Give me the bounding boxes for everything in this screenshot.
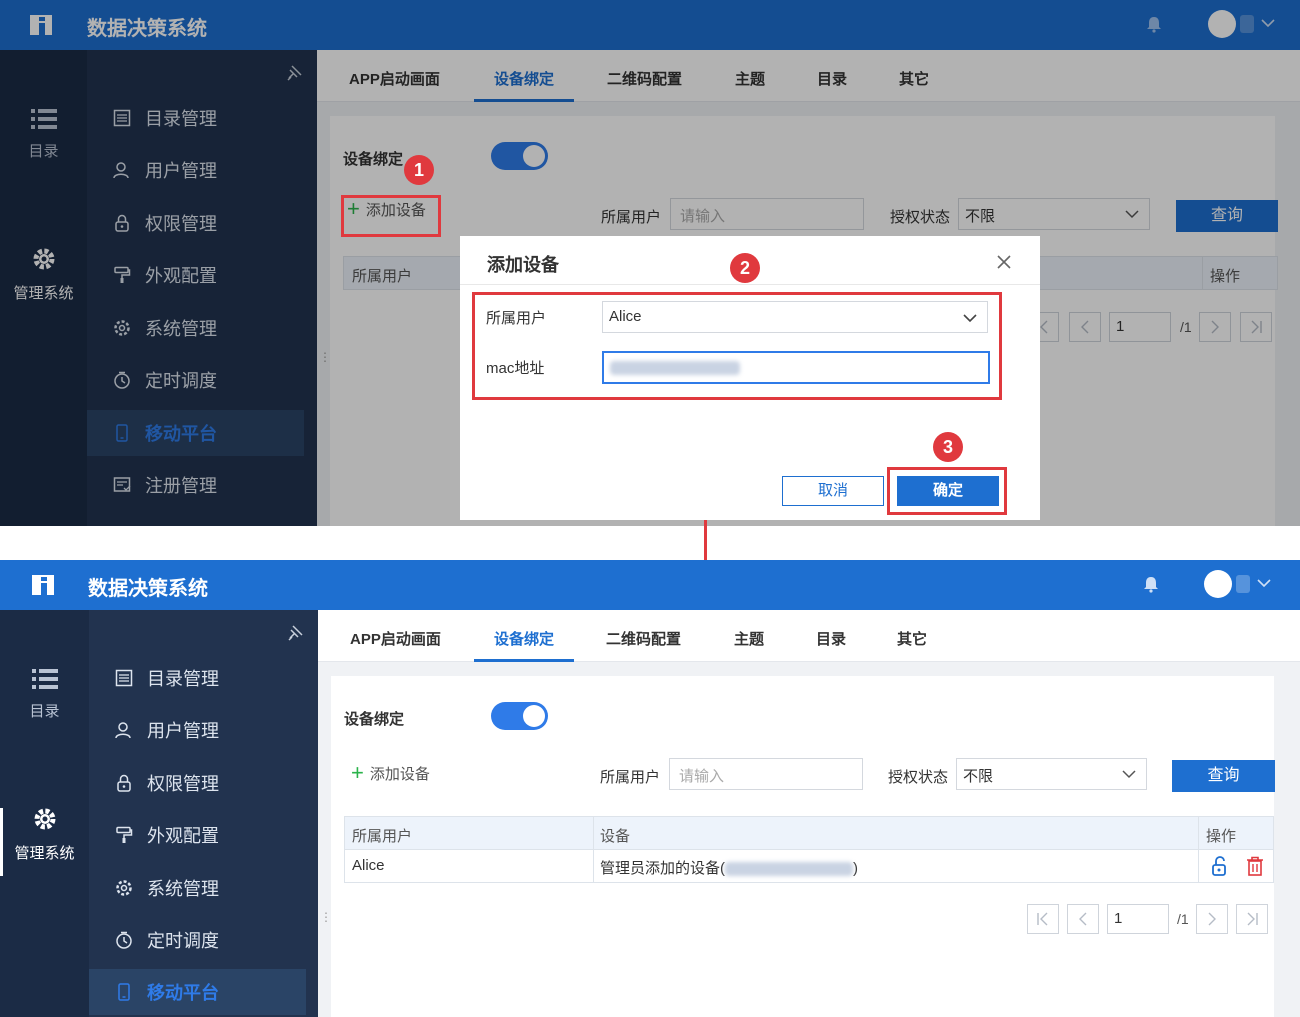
menu-label: 外观配置	[147, 826, 219, 846]
device-prefix: 管理员添加的设备(	[600, 860, 725, 877]
add-device-label: 添加设备	[369, 765, 430, 783]
tab-bar: APP启动画面 设备绑定 二维码配置 主题 目录 其它	[318, 610, 1300, 662]
plus-icon: +	[351, 760, 364, 785]
top-bar: 数据决策系统	[0, 560, 1300, 610]
bell-icon[interactable]	[1142, 575, 1160, 593]
col-separator	[593, 817, 594, 849]
gear-icon	[34, 808, 55, 830]
col-actions: 操作	[1206, 828, 1237, 845]
screenshot-before: 数据决策系统 目录 管理系统 目录管理 用户管理 权限管理 外观配置 系统管理 …	[0, 0, 1300, 526]
settings-icon	[116, 880, 132, 896]
chevron-down-icon[interactable]	[1256, 575, 1272, 591]
user-name-blurred	[1236, 575, 1250, 593]
cell-device: 管理员添加的设备()	[600, 857, 858, 878]
nav-rail: 目录 管理系统	[0, 610, 89, 1017]
step-badge-3: 3	[933, 432, 963, 462]
menu-item-schedule[interactable]: 定时调度	[89, 917, 306, 963]
tab-device-binding[interactable]: 设备绑定	[494, 628, 554, 649]
device-binding-toggle[interactable]	[491, 702, 548, 730]
tab-other[interactable]: 其它	[897, 628, 927, 649]
step-badge-2: 2	[730, 253, 760, 283]
user-icon	[115, 722, 131, 739]
page-prev-button[interactable]	[1067, 904, 1099, 934]
pin-icon[interactable]	[286, 624, 304, 642]
rail-manage-label: 管理系统	[14, 845, 75, 862]
rail-catalog-label: 目录	[29, 703, 60, 720]
last-page-icon	[1247, 912, 1258, 926]
cell-owner: Alice	[352, 857, 385, 874]
menu-item-catalog[interactable]: 目录管理	[89, 655, 306, 701]
menu-item-appearance[interactable]: 外观配置	[89, 812, 306, 858]
mobile-icon	[118, 983, 130, 1001]
trash-icon[interactable]	[1246, 856, 1264, 876]
menu-label: 用户管理	[147, 721, 219, 741]
col-separator	[1198, 850, 1199, 882]
rail-item-catalog[interactable]: 目录	[0, 668, 89, 721]
first-page-icon	[1037, 912, 1048, 926]
menu-label: 目录管理	[147, 669, 219, 689]
menu-label: 权限管理	[147, 774, 219, 794]
chevron-down-icon	[1122, 770, 1136, 779]
page-total: /1	[1177, 911, 1189, 927]
timer-icon	[116, 931, 132, 949]
dialog-title: 添加设备	[487, 255, 559, 275]
unlock-icon[interactable]	[1211, 856, 1229, 876]
sidebar-menu: 目录管理 用户管理 权限管理 外观配置 系统管理 定时调度 移动平台	[89, 610, 318, 1017]
paint-roller-icon	[116, 826, 133, 843]
toggle-label: 设备绑定	[344, 711, 405, 728]
toggle-knob	[523, 705, 545, 727]
app-title: 数据决策系统	[88, 578, 208, 600]
avatar[interactable]	[1204, 570, 1232, 598]
splitter-handle[interactable]: ⋮	[320, 910, 332, 924]
menu-label: 定时调度	[147, 931, 219, 951]
highlight-add-device	[341, 195, 441, 237]
add-device-button[interactable]: + 添加设备	[351, 762, 430, 784]
screenshot-after: 数据决策系统 目录 管理系统 目录管理 用户管理 权限管理 外观配置 系统管理 …	[0, 560, 1300, 1017]
tab-qrcode[interactable]: 二维码配置	[606, 628, 681, 649]
page-number-input[interactable]: 1	[1107, 904, 1169, 934]
tab-app-splash[interactable]: APP启动画面	[350, 628, 441, 649]
lock-icon	[117, 774, 131, 792]
owner-filter-label: 所属用户	[600, 769, 661, 786]
col-device: 设备	[600, 828, 631, 845]
table-row[interactable]: Alice 管理员添加的设备()	[344, 850, 1274, 883]
device-binding-card: 设备绑定 + 添加设备 所属用户 请输入 授权状态 不限 查询 所属用户 设备 操…	[331, 676, 1275, 1017]
menu-item-permissions[interactable]: 权限管理	[89, 760, 306, 806]
query-button[interactable]: 查询	[1172, 760, 1275, 792]
auth-status-value: 不限	[963, 768, 994, 785]
highlight-confirm	[887, 467, 1007, 515]
chevron-left-icon	[1079, 912, 1087, 926]
col-separator	[593, 850, 594, 882]
auth-status-label: 授权状态	[888, 769, 949, 786]
menu-label: 移动平台	[147, 983, 219, 1003]
menu-item-mobile[interactable]: 移动平台	[89, 969, 306, 1015]
page-first-button[interactable]	[1027, 904, 1059, 934]
dialog-divider	[460, 284, 1040, 285]
tab-catalog[interactable]: 目录	[816, 628, 846, 649]
tab-theme[interactable]: 主题	[734, 628, 764, 649]
tab-underline	[474, 659, 574, 662]
table-header: 所属用户 设备 操作	[344, 816, 1274, 850]
col-owner: 所属用户	[352, 828, 413, 845]
auth-status-select[interactable]: 不限	[956, 758, 1147, 790]
app-logo-icon	[32, 575, 54, 595]
menu-item-system[interactable]: 系统管理	[89, 865, 306, 911]
device-suffix: )	[853, 860, 858, 877]
col-separator	[1198, 817, 1199, 849]
catalog-icon	[115, 669, 133, 687]
main-content: APP启动画面 设备绑定 二维码配置 主题 目录 其它 设备绑定 + 添加设备 所…	[318, 610, 1300, 1017]
page-next-button[interactable]	[1196, 904, 1228, 934]
close-icon[interactable]	[996, 254, 1012, 270]
highlight-dialog-form	[472, 292, 1002, 400]
mac-address-blurred	[725, 862, 853, 877]
list-icon	[31, 669, 58, 689]
menu-label: 系统管理	[147, 879, 219, 899]
cancel-button[interactable]: 取消	[782, 476, 884, 506]
chevron-right-icon	[1208, 912, 1216, 926]
owner-filter-input[interactable]: 请输入	[669, 758, 863, 790]
rail-item-manage[interactable]: 管理系统	[0, 806, 89, 863]
step-badge-1: 1	[404, 155, 434, 185]
menu-item-users[interactable]: 用户管理	[89, 707, 306, 753]
page-last-button[interactable]	[1236, 904, 1268, 934]
